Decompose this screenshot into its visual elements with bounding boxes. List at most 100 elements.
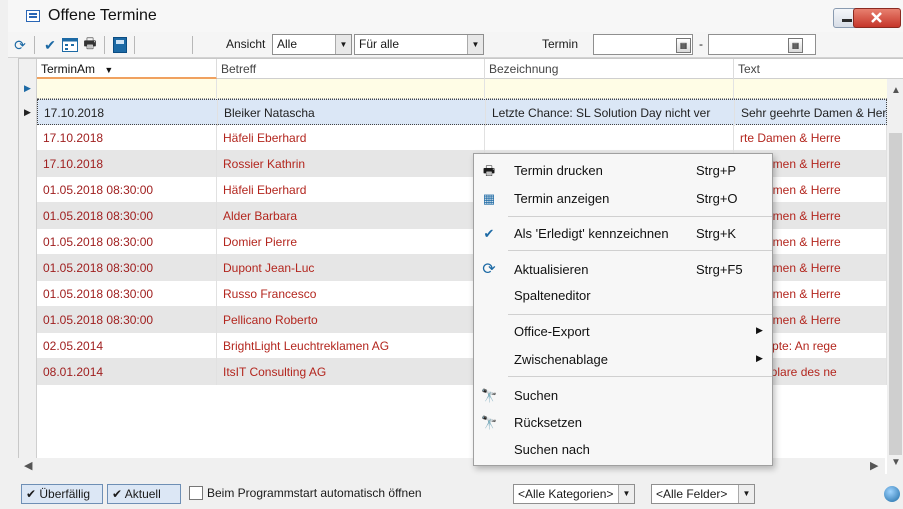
- window-app-icon: [26, 10, 40, 22]
- menu-separator: [508, 250, 772, 251]
- context-menu: 🖶 Termin drucken Strg+P ▦ Termin anzeige…: [473, 153, 773, 466]
- checkmark-icon[interactable]: ✔: [42, 37, 58, 53]
- cell-terminam: 17.10.2018: [37, 151, 217, 177]
- scroll-up-icon[interactable]: ▲: [891, 85, 901, 96]
- menu-item-label: Termin drucken: [514, 163, 603, 178]
- close-button[interactable]: [853, 8, 901, 28]
- calendar-picker-icon[interactable]: ▦: [676, 38, 691, 53]
- checkmark-icon: ✔: [483, 226, 495, 241]
- cell-text: Sehr geehrte Damen & Herr: [735, 100, 888, 126]
- menu-separator: [508, 216, 772, 217]
- new-row[interactable]: [37, 79, 887, 99]
- chevron-down-icon: ▼: [335, 35, 351, 54]
- cell-betreff: BrightLight Leuchtreklamen AG: [217, 333, 485, 359]
- toolbar-divider: [34, 36, 35, 54]
- overdue-label: Überfällig: [39, 487, 91, 501]
- menu-item-label: Office-Export: [514, 324, 590, 339]
- cell-bezeichnung: [485, 125, 734, 151]
- cell-betreff: Dupont Jean-Luc: [217, 255, 485, 281]
- column-header-terminam[interactable]: TerminAm ▼: [37, 59, 217, 79]
- menu-item-shortcut: Strg+K: [696, 226, 737, 241]
- cell-betreff: Domier Pierre: [217, 229, 485, 255]
- cell-bezeichnung: Letzte Chance: SL Solution Day nicht ver: [486, 100, 735, 126]
- vertical-scrollbar[interactable]: ▲ ▼: [887, 79, 903, 475]
- ansicht-select[interactable]: Alle ▼: [272, 34, 352, 55]
- binoculars-icon: 🔭: [481, 388, 498, 403]
- printer-icon: 🖶: [482, 163, 496, 178]
- menu-item-ruecksetzen[interactable]: 🔭 Rücksetzen: [474, 409, 774, 437]
- toolbar-divider: [134, 36, 135, 54]
- categories-select-value: <Alle Kategorien>: [518, 487, 614, 501]
- chevron-down-icon: ▼: [618, 485, 634, 503]
- new-row-cell[interactable]: [37, 79, 217, 99]
- column-header-betreff[interactable]: Betreff: [217, 59, 485, 79]
- menu-item-termin-drucken[interactable]: 🖶 Termin drucken Strg+P: [474, 157, 774, 185]
- menu-item-aktualisieren[interactable]: ⟳ Aktualisieren Strg+F5: [474, 256, 774, 284]
- cell-terminam: 08.01.2014: [37, 359, 217, 385]
- ansicht-label: Ansicht: [226, 37, 266, 51]
- cell-betreff: Pellicano Roberto: [217, 307, 485, 333]
- cell-betreff: Russo Francesco: [217, 281, 485, 307]
- new-row-cell[interactable]: [217, 79, 485, 99]
- menu-item-termin-anzeigen[interactable]: ▦ Termin anzeigen Strg+O: [474, 185, 774, 213]
- toolbar-divider: [192, 36, 193, 54]
- cell-betreff: Rossier Kathrin: [217, 151, 485, 177]
- cell-terminam: 17.10.2018: [37, 125, 217, 151]
- new-row-cell[interactable]: [485, 79, 734, 99]
- categories-select[interactable]: <Alle Kategorien> ▼: [513, 484, 635, 504]
- scroll-down-icon[interactable]: ▼: [891, 457, 901, 468]
- date-from-input[interactable]: ▦: [593, 34, 693, 55]
- autostart-checkbox[interactable]: [189, 486, 203, 500]
- calendar-view-icon[interactable]: [62, 37, 78, 53]
- column-header-text[interactable]: Text: [734, 59, 903, 79]
- cell-betreff: Häfeli Eberhard: [217, 125, 485, 151]
- menu-item-label: Als 'Erledigt' kennzeichnen: [514, 226, 669, 241]
- menu-item-office-export[interactable]: Office-Export ▶: [474, 318, 774, 346]
- chevron-down-icon: ▼: [738, 485, 754, 503]
- refresh-icon: ⟳: [482, 261, 496, 278]
- current-row-marker-icon: ▶: [24, 107, 31, 117]
- scroll-right-icon[interactable]: ▶: [870, 459, 878, 472]
- cell-terminam: 01.05.2018 08:30:00: [37, 307, 217, 333]
- fields-select-value: <Alle Felder>: [656, 487, 728, 501]
- submenu-arrow-icon: ▶: [756, 353, 763, 363]
- menu-item-label: Aktualisieren: [514, 262, 589, 277]
- grid-header: TerminAm ▼ Betreff Bezeichnung Text: [37, 59, 903, 79]
- menu-item-spalteneditor[interactable]: Spalteneditor: [474, 282, 774, 310]
- cell-terminam: 01.05.2018 08:30:00: [37, 229, 217, 255]
- menu-separator: [508, 314, 772, 315]
- sort-desc-icon: ▼: [104, 65, 114, 75]
- menu-item-suchen[interactable]: 🔭 Suchen: [474, 382, 774, 410]
- table-row[interactable]: 17.10.2018 Häfeli Eberhard rte Damen & H…: [37, 125, 887, 151]
- calendar-view-icon: ▦: [482, 191, 496, 206]
- column-header-bezeichnung[interactable]: Bezeichnung: [485, 59, 734, 79]
- table-row[interactable]: 17.10.2018 Bleiker Natascha Letzte Chanc…: [37, 99, 888, 126]
- menu-item-zwischenablage[interactable]: Zwischenablage ▶: [474, 346, 774, 374]
- cell-betreff: Alder Barbara: [217, 203, 485, 229]
- calendar-picker-icon[interactable]: ▦: [788, 38, 803, 53]
- refresh-icon[interactable]: ⟳: [12, 37, 28, 53]
- current-toggle[interactable]: ✔ Aktuell: [107, 484, 181, 504]
- cell-betreff: Häfeli Eberhard: [217, 177, 485, 203]
- row-marker-column: ▶ ▶: [19, 59, 37, 475]
- menu-item-label: Spalteneditor: [514, 288, 591, 303]
- date-to-input[interactable]: ▦: [708, 34, 816, 55]
- fields-select[interactable]: <Alle Felder> ▼: [651, 484, 755, 504]
- scroll-left-icon[interactable]: ◀: [24, 459, 32, 472]
- new-row-marker-icon: ▶: [24, 83, 31, 93]
- printer-icon[interactable]: 🖶: [82, 35, 98, 53]
- overdue-toggle[interactable]: ✔ Überfällig: [21, 484, 103, 504]
- export-icon[interactable]: [112, 37, 128, 53]
- column-header-label: TerminAm: [41, 62, 96, 76]
- cell-terminam: 17.10.2018: [38, 100, 218, 126]
- globe-icon[interactable]: [884, 486, 900, 502]
- offene-termine-window: Offene Termine ⟳ ✔ 🖶 Ansicht Alle ▼ Für …: [0, 0, 903, 509]
- cell-betreff: Bleiker Natascha: [218, 100, 486, 126]
- vertical-scroll-thumb[interactable]: [889, 133, 902, 455]
- fuer-select[interactable]: Für alle ▼: [354, 34, 484, 55]
- cell-text: rte Damen & Herre: [734, 125, 887, 151]
- menu-item-suchen-nach[interactable]: Suchen nach: [474, 436, 774, 464]
- menu-item-erledigt[interactable]: ✔ Als 'Erledigt' kennzeichnen Strg+K: [474, 220, 774, 248]
- cell-terminam: 02.05.2014: [37, 333, 217, 359]
- menu-item-label: Termin anzeigen: [514, 191, 610, 206]
